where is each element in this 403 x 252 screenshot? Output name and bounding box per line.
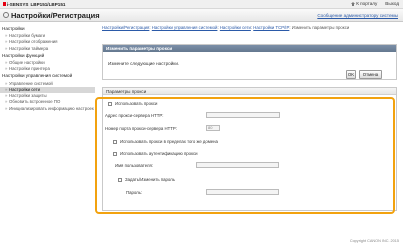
sidebar-section-functions: Настройки функций	[2, 52, 45, 58]
sidebar-item-timer[interactable]: Настройки таймера	[0, 46, 95, 52]
settings-gear-icon	[3, 12, 9, 18]
use-proxy-row: Использовать прокси	[108, 101, 157, 106]
proxy-settings-panel-title: Параметры прокси	[103, 88, 396, 95]
top-links: К порталу Выход	[351, 1, 399, 6]
use-proxy-label: Использовать прокси	[115, 101, 158, 106]
same-domain-label: Использовать прокси в пределах того же д…	[120, 139, 218, 144]
admin-message-link[interactable]: Сообщение администратору системы	[317, 13, 398, 18]
username-label: Имя пользователя:	[115, 163, 153, 168]
breadcrumb-link-tcpip[interactable]: Настройки TCP/IP	[253, 25, 289, 30]
use-auth-label: Использовать аутентификацию прокси	[120, 151, 198, 156]
breadcrumb-link-registration[interactable]: Настройки/Регистрация	[102, 25, 149, 30]
logout-link[interactable]: Выход	[385, 1, 399, 6]
username-input[interactable]	[196, 162, 279, 168]
home-icon	[351, 1, 356, 6]
password-label: Пароль:	[126, 190, 143, 195]
same-domain-checkbox[interactable]	[113, 139, 117, 144]
proxy-port-label: Номер порта прокси-сервера HTTP:	[105, 126, 177, 131]
page-header: Настройки/Регистрация Сообщение админист…	[0, 9, 403, 22]
cancel-button[interactable]: Отмена	[359, 70, 382, 79]
copyright: Copyright CANON INC. 2015	[349, 239, 399, 243]
change-proxy-panel-title: Изменить параметры прокси	[103, 45, 396, 52]
sidebar: Настройки Настройки бумаги Настройки ото…	[0, 25, 95, 112]
ok-button[interactable]: OK	[346, 70, 356, 79]
footer: Copyright CANON INC. 2015	[0, 236, 403, 252]
breadcrumb-current: Изменить параметры прокси	[291, 25, 350, 30]
brand: i-SENSYS LBP151/LBP151	[3, 2, 65, 7]
sidebar-section-system: Настройки управления системой	[2, 73, 73, 79]
model-name: LBP151/LBP151	[30, 1, 66, 7]
proxy-port-input[interactable]: 80	[206, 125, 220, 131]
breadcrumb-link-system[interactable]: Настройки управления системой	[152, 25, 218, 30]
set-password-label: Задать/Изменить пароль	[125, 177, 175, 182]
canon-logo-icon	[3, 2, 6, 6]
proxy-address-input[interactable]	[206, 112, 280, 118]
page-title: Настройки/Регистрация	[11, 11, 100, 20]
set-password-checkbox[interactable]	[118, 177, 122, 182]
sidebar-item-printer[interactable]: Настройки принтера	[0, 66, 95, 72]
portal-link-label: К порталу	[356, 1, 378, 6]
same-domain-row: Использовать прокси в пределах того же д…	[113, 139, 218, 144]
set-password-row: Задать/Изменить пароль	[118, 177, 175, 182]
proxy-address-label: Адрес прокси-сервера HTTP:	[105, 113, 164, 118]
top-bar: i-SENSYS LBP151/LBP151 К порталу Выход	[0, 0, 403, 9]
instruction-text: Измените следующие настройки.	[108, 61, 180, 66]
use-auth-checkbox[interactable]	[113, 151, 117, 156]
sidebar-item-init-settings[interactable]: Инициализировать информацию настроек	[0, 105, 95, 112]
change-proxy-panel: Изменить параметры прокси Измените следу…	[102, 44, 397, 80]
sidebar-section-settings: Настройки	[2, 26, 25, 31]
use-auth-row: Использовать аутентификацию прокси	[113, 151, 198, 156]
password-input[interactable]	[206, 189, 279, 195]
brand-name: i-SENSYS	[7, 1, 29, 7]
portal-link[interactable]: К порталу	[351, 1, 377, 6]
breadcrumb-link-network[interactable]: Настройки сети	[220, 25, 251, 30]
breadcrumb: Настройки/Регистрация: Настройки управле…	[102, 25, 350, 30]
use-proxy-checkbox[interactable]	[108, 101, 112, 106]
